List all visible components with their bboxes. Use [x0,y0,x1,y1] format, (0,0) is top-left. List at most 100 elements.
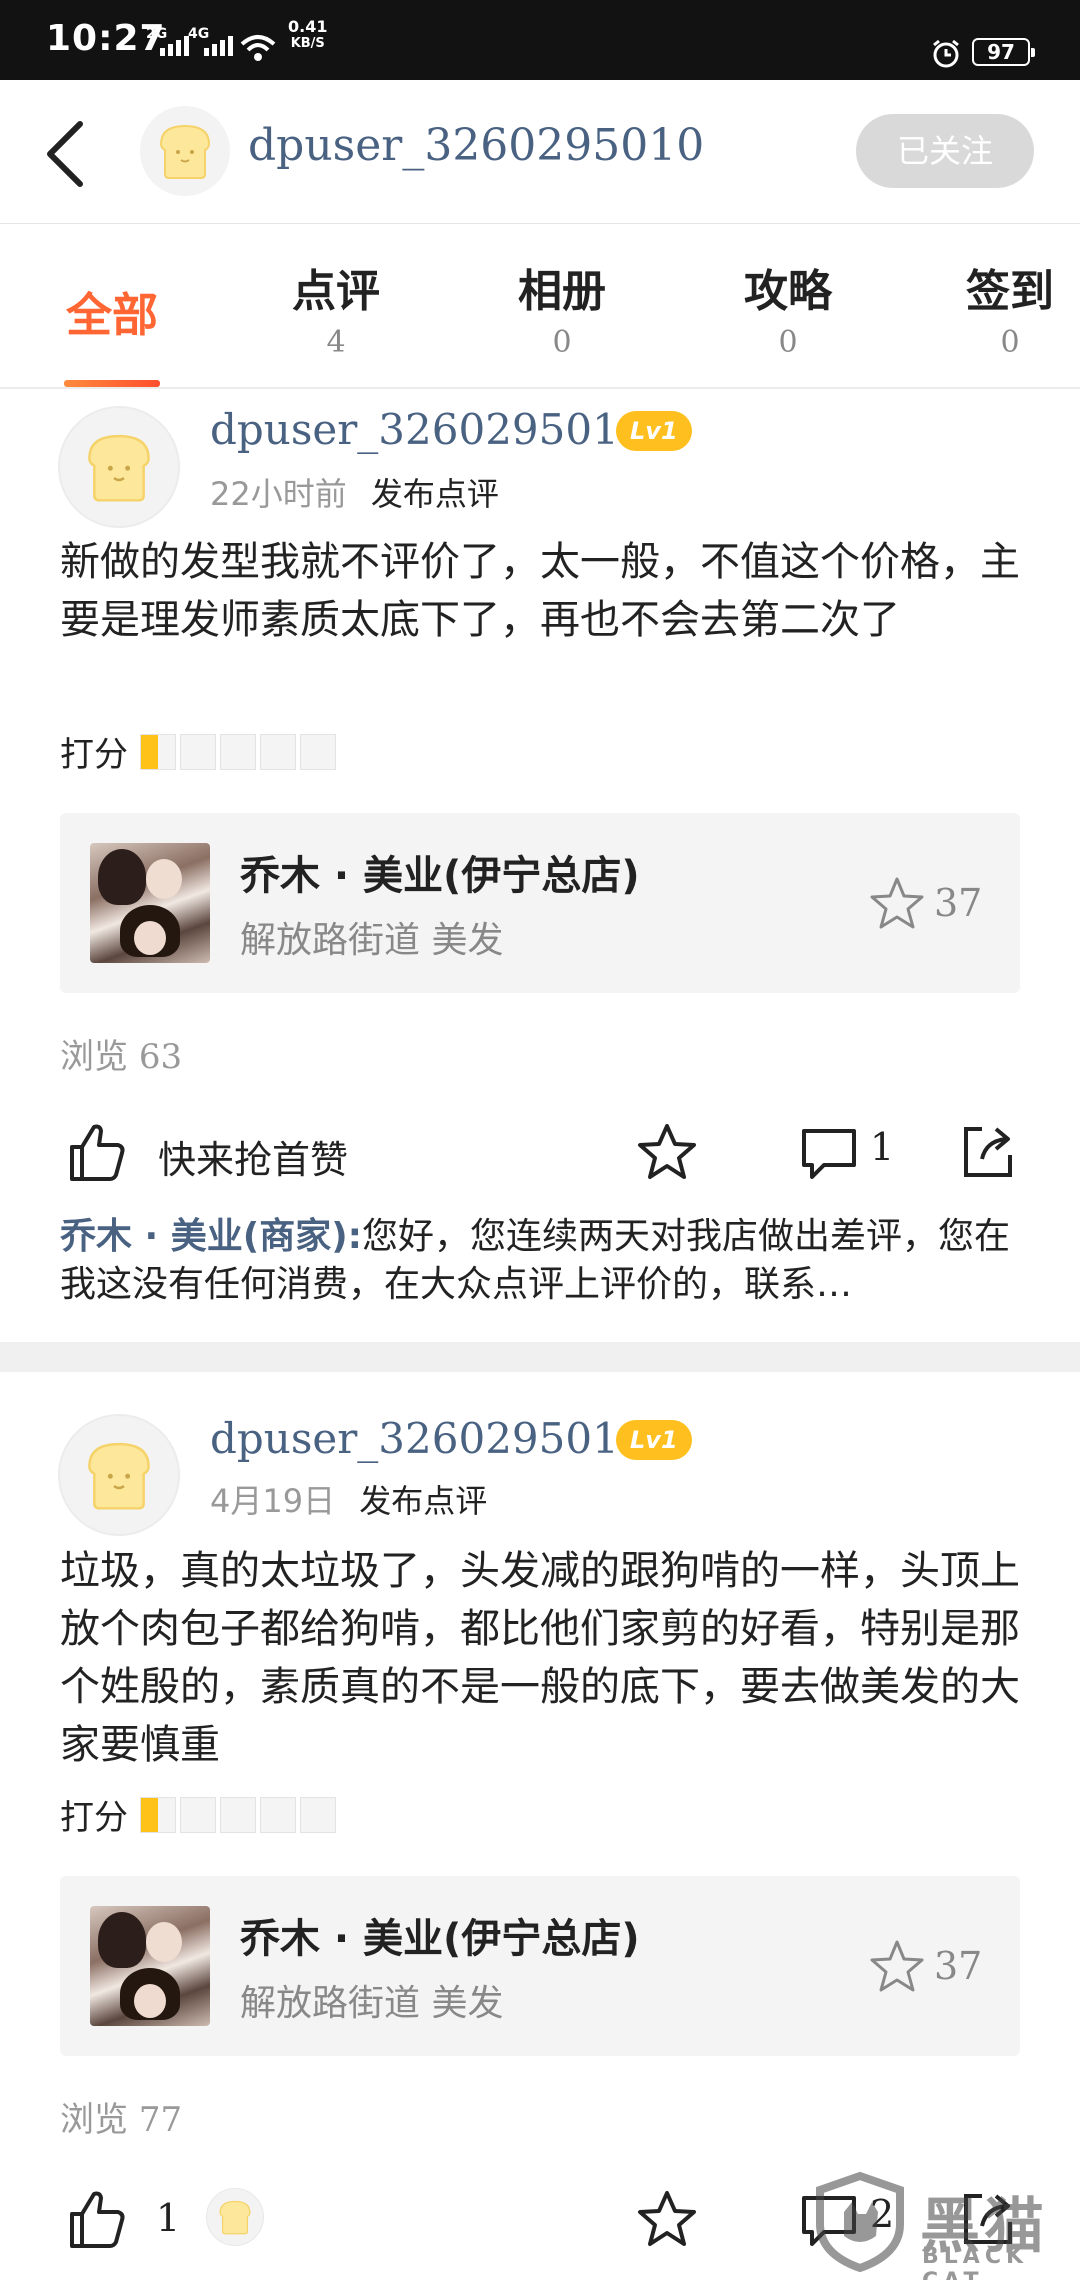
review-content[interactable]: 垃圾，真的太垃圾了，头发减的跟狗啃的一样，头顶上放个肉包子都给狗啃，都比他们家剪… [60,1542,1020,1774]
level-badge: Lv1 [616,1420,692,1460]
tab-guides[interactable]: 攻略 0 [728,255,848,360]
star-icon [140,733,176,770]
watermark-en: BLACK CAT [922,2244,1029,2280]
review-meta: 4月19日 发布点评 [210,1476,487,1522]
thumbs-up-icon[interactable] [66,2188,128,2250]
review-card: dpuser_3260295010 Lv1 4月19日 发布点评 垃圾，真的太垃… [0,1402,1080,2280]
tab-count: 0 [1000,325,1020,360]
star-icon [300,1796,336,1833]
star-icon [300,733,336,770]
toast-avatar-icon [159,124,211,179]
tab-label: 点评 [292,266,380,317]
star-icon [220,1796,256,1833]
tab-checkin[interactable]: 签到 0 [950,255,1070,360]
signal-2-icon [204,36,233,56]
review-username[interactable]: dpuser_3260295010 [210,405,646,454]
toast-avatar-icon [219,2200,251,2235]
review-score: 打分 [60,1790,336,1839]
views-value: 63 [138,1037,183,1077]
review-time: 4月19日 [210,1482,336,1520]
toast-avatar-icon [88,434,150,502]
views-label: 浏览 [60,2100,128,2140]
views-value: 77 [138,2100,183,2140]
followed-button[interactable]: 已关注 [856,114,1034,188]
review-time: 22小时前 [210,475,347,513]
tab-label: 相册 [518,266,606,317]
shop-card[interactable]: 乔木 · 美业(伊宁总店) 解放路街道 美发 37 [60,1876,1020,2056]
rating-stars [140,1796,336,1833]
merchant-reply[interactable]: 乔木 · 美业(商家):您好，您连续两天对我店做出差评，您在我这没有任何消费，在… [60,1213,1020,1309]
comment-count: 1 [870,1125,895,1169]
net-speed: 0.41 KB/S [288,18,327,52]
review-score: 打分 [60,727,336,776]
tab-album[interactable]: 相册 0 [502,255,622,360]
view-count: 浏览 77 [60,2092,182,2141]
shop-subtitle: 解放路街道 美发 [240,920,504,961]
share-icon[interactable] [960,1121,1016,1181]
toast-avatar-icon [88,1442,150,1510]
back-arrow-icon[interactable] [38,116,98,192]
score-label: 打分 [60,1798,128,1838]
level-badge: Lv1 [616,411,692,451]
wifi-icon [240,35,276,61]
battery-indicator: 97 [972,38,1035,66]
black-cat-watermark: 黑猫 BLACK CAT [800,2166,1080,2280]
star-outline-icon [870,877,924,929]
favorite-star-icon[interactable] [636,2188,698,2250]
shop-thumbnail [90,1906,210,2026]
shop-card[interactable]: 乔木 · 美业(伊宁总店) 解放路街道 美发 37 [60,813,1020,993]
star-outline-icon [870,1940,924,1992]
tab-count: 4 [326,325,346,360]
like-label[interactable]: 快来抢首赞 [158,1129,348,1184]
signal-1-icon [160,36,189,56]
shop-name: 乔木 · 美业(伊宁总店) [240,1916,640,1962]
shop-fav-count: 37 [934,1944,983,1988]
tab-count: 0 [552,325,572,360]
review-meta: 22小时前 发布点评 [210,469,499,515]
star-icon [180,1796,216,1833]
star-icon [260,733,296,770]
tab-label: 攻略 [744,266,832,317]
review-content[interactable]: 新做的发型我就不评价了，太一般，不值这个价格，主要是理发师素质太底下了，再也不会… [60,533,1020,649]
black-cat-shield-icon [816,2172,904,2272]
view-count: 浏览 63 [60,1029,182,1078]
shop-favorite[interactable]: 37 [868,1938,982,1994]
thumbs-up-icon[interactable] [66,1121,128,1183]
profile-header: dpuser_3260295010 已关注 [0,80,1080,224]
tab-label: 签到 [966,266,1054,317]
shop-subtitle: 解放路街道 美发 [240,1983,504,2024]
header-username: dpuser_3260295010 [248,120,705,171]
star-icon [180,733,216,770]
tab-count: 0 [778,325,798,360]
review-action: 发布点评 [359,1482,488,1520]
comment-icon[interactable] [800,1125,858,1181]
tab-reviews[interactable]: 点评 4 [276,255,396,360]
net-speed-value: 0.41 [288,17,328,36]
review-actions: 快来抢首赞 1 [0,1115,1080,1195]
review-avatar[interactable] [58,406,180,528]
review-action: 发布点评 [370,475,499,513]
section-divider [0,1342,1080,1372]
tab-label: 全部 [66,288,158,342]
tab-all[interactable]: 全部 [64,255,160,345]
rating-stars [140,733,336,770]
score-label: 打分 [60,735,128,775]
liker-avatar[interactable] [206,2188,264,2246]
review-username[interactable]: dpuser_3260295010 [210,1414,646,1463]
reply-author: 乔木 · 美业(商家): [60,1216,363,1257]
net-speed-unit: KB/S [290,36,325,51]
views-label: 浏览 [60,1037,128,1077]
active-tab-indicator [64,380,160,387]
shop-fav-count: 37 [934,881,983,925]
star-icon [140,1796,176,1833]
status-bar: 10:27 2G 4G 0.41 KB/S 97 [0,0,1080,80]
like-count: 1 [156,2196,181,2240]
review-avatar[interactable] [58,1414,180,1536]
shop-favorite[interactable]: 37 [868,875,982,931]
favorite-star-icon[interactable] [636,1121,698,1183]
user-avatar[interactable] [140,106,230,196]
shop-name: 乔木 · 美业(伊宁总店) [240,853,640,899]
shop-thumbnail [90,843,210,963]
review-card: dpuser_3260295010 Lv1 22小时前 发布点评 新做的发型我就… [0,391,1080,1341]
alarm-icon [933,39,959,68]
